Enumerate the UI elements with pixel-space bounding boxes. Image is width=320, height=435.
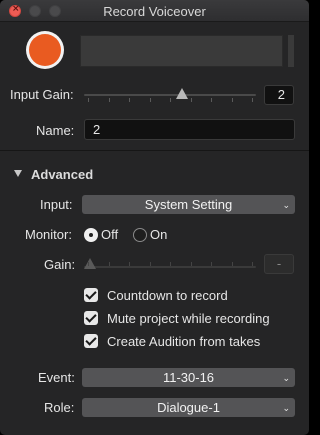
window-title: Record Voiceover [103,4,206,19]
input-gain-slider-knob[interactable] [176,88,189,99]
title-bar: × Record Voiceover [0,0,309,22]
slider-tick [149,98,151,102]
slider-tick [170,98,171,102]
popup-chevron-icon: ⌄ [282,201,290,211]
slider-tick [170,262,171,266]
slider-tick [252,262,253,266]
input-popup-value: System Setting [144,197,233,212]
mute-project-label: Mute project while recording [107,311,270,326]
advanced-section-header[interactable]: Advanced [31,167,93,182]
monitor-label: Monitor: [25,227,72,242]
slider-tick [211,98,212,102]
role-popup-value: Dialogue-1 [157,400,220,415]
slider-tick [129,262,130,266]
record-voiceover-window: × Record Voiceover Input Gain: 2 Name: 2… [0,0,309,435]
monitor-off-label: Off [101,227,119,242]
record-icon [29,34,61,66]
record-button[interactable] [26,31,64,69]
input-label: Input: [40,197,73,212]
input-gain-label: Input Gain: [10,87,74,102]
slider-tick [190,98,192,102]
slider-tick [88,262,89,266]
disclosure-triangle-icon[interactable] [14,170,22,177]
event-popup-value: 11-30-16 [162,370,215,385]
slider-tick [129,98,130,102]
slider-tick [231,262,233,266]
gain-slider-track[interactable] [84,266,256,268]
slider-tick [88,98,89,102]
create-audition-label: Create Audition from takes [107,334,261,349]
event-popup[interactable]: 11-30-16 ⌄ [82,368,295,387]
slider-tick [231,98,233,102]
input-gain-slider-track[interactable] [84,94,256,96]
role-popup[interactable]: Dialogue-1 ⌄ [82,398,295,417]
monitor-on-radio[interactable] [133,228,147,242]
role-label: Role: [44,400,75,415]
mute-project-checkbox[interactable] [84,311,98,325]
slider-tick [108,98,110,102]
popup-chevron-icon: ⌄ [282,404,290,414]
countdown-label: Countdown to record [107,288,228,303]
countdown-checkbox[interactable] [84,288,98,302]
slider-tick [190,262,192,266]
slider-tick [252,98,253,102]
slider-tick [149,262,151,266]
gain-value-field[interactable]: - [264,254,294,274]
create-audition-checkbox[interactable] [84,334,98,348]
input-gain-value-field[interactable]: 2 [264,85,294,105]
audio-level-meter-peak [288,35,294,67]
name-label: Name: [36,123,75,138]
gain-label: Gain: [44,257,76,272]
monitor-off-radio[interactable] [84,228,98,242]
gain-slider-knob[interactable] [84,258,96,269]
event-label: Event: [38,370,75,385]
input-popup[interactable]: System Setting ⌄ [82,195,295,214]
audio-level-meter [80,35,283,67]
name-input[interactable]: 2 [84,119,295,140]
popup-chevron-icon: ⌄ [282,374,290,384]
monitor-on-label: On [150,227,168,242]
slider-tick [211,262,212,266]
slider-tick [108,262,110,266]
divider [0,150,309,151]
